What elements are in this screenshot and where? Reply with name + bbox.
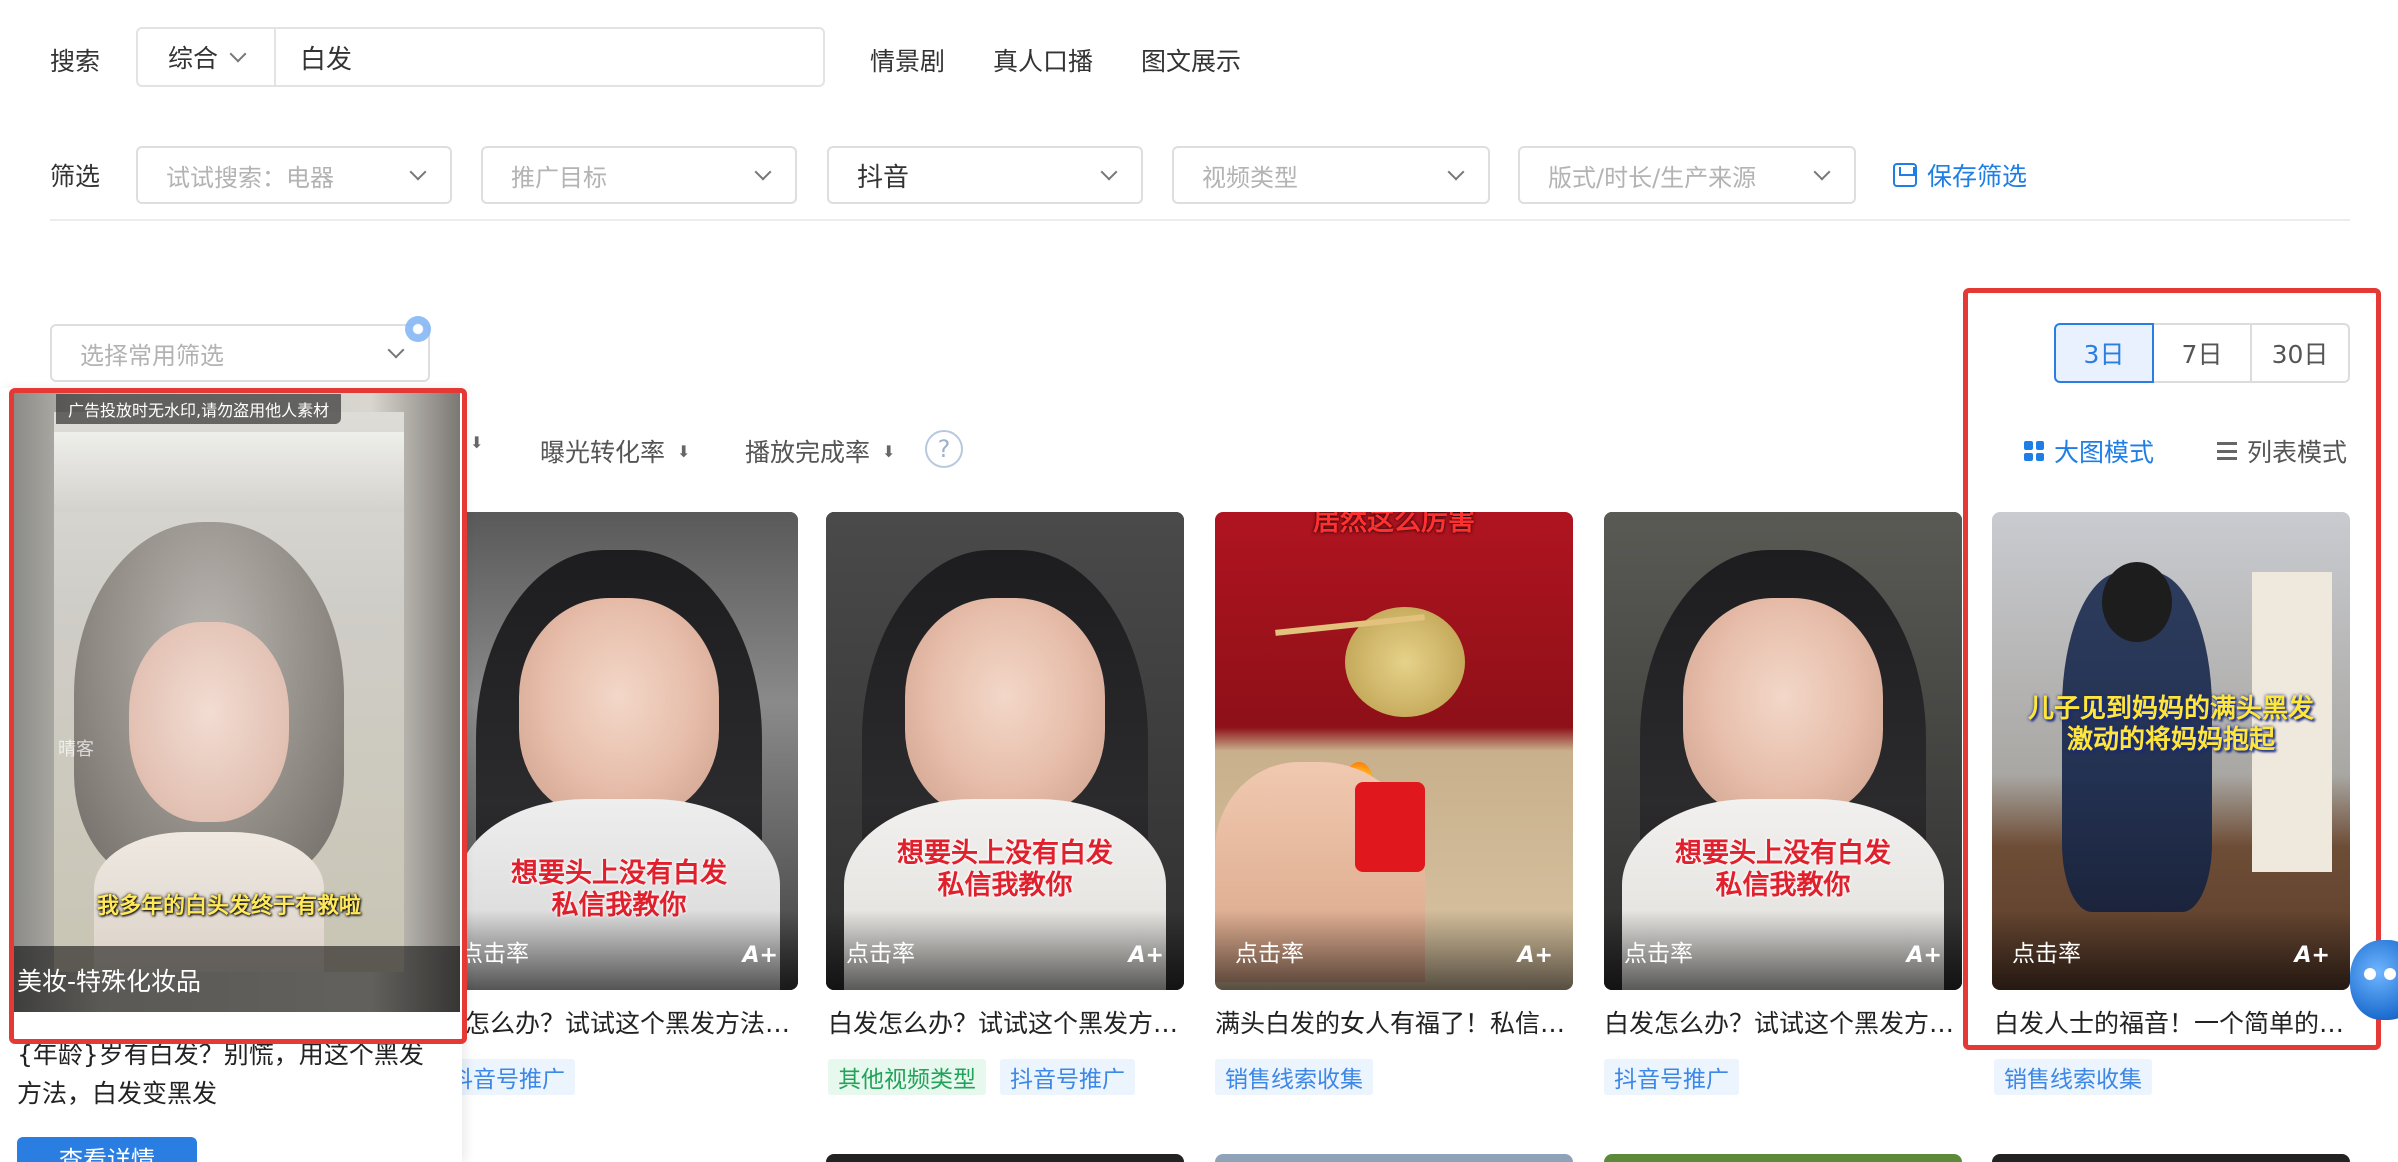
chevron-down-icon: [1447, 163, 1465, 181]
sort-completion-label: 播放完成率: [745, 438, 871, 467]
keyword-select-placeholder: 试试搜索：电器: [166, 163, 334, 192]
video-caption: 想要头上没有白发 私信我教你: [1675, 838, 1891, 902]
tag-other-video-type: 其他视频类型: [828, 1059, 986, 1095]
format-select-placeholder: 版式/时长/生产来源: [1548, 163, 1757, 192]
tag-sales-leads: 销售线索收集: [1215, 1059, 1373, 1095]
grade-badge: A+: [742, 943, 778, 968]
video-thumbnail: 想要头上没有白发 私信我教你 点击率 A+: [1604, 512, 1962, 990]
highlight-box-preview: [9, 388, 467, 1044]
tab-talking-head[interactable]: 真人口播: [993, 42, 1093, 78]
video-thumbnail: 想要头上没有白发 私信我教你 点击率 A+: [440, 512, 798, 990]
video-card[interactable]: 想要头上没有白发 私信我教你 点击率 A+: [440, 512, 798, 990]
help-icon[interactable]: ?: [925, 430, 963, 468]
view-details-button[interactable]: 查看详情: [17, 1137, 197, 1162]
day-option-3[interactable]: 3日: [2054, 323, 2154, 383]
assistant-mascot-icon[interactable]: [2330, 920, 2398, 1030]
video-type-select[interactable]: 视频类型: [1172, 146, 1490, 204]
platform-select[interactable]: 抖音: [827, 146, 1143, 204]
platform-select-value: 抖音: [857, 162, 910, 193]
video-card[interactable]: [1992, 1154, 2350, 1162]
card-title[interactable]: 白发怎么办？试试这个黑发方法，白发变黑发: [1604, 1004, 1962, 1040]
sort-exposure-label: 曝光转化率: [540, 438, 666, 467]
tab-situation-drama[interactable]: 情景剧: [870, 42, 945, 78]
highlight-box-right: [1963, 288, 2381, 1050]
tag-douyin-promotion: 抖音号推广: [1000, 1059, 1135, 1095]
common-filter-placeholder: 选择常用筛选: [80, 341, 224, 370]
search-type-value: 综合: [167, 44, 218, 73]
video-card[interactable]: 想要头上没有白发 私信我教你 点击率 A+: [826, 512, 1184, 990]
video-caption: 居然这么厉害: [1313, 512, 1475, 537]
grade-badge: A+: [1906, 943, 1942, 968]
card-title[interactable]: 满头白发的女人有福了！私信我教你: [1215, 1004, 1573, 1040]
promotion-goal-placeholder: 推广目标: [511, 163, 607, 192]
video-thumbnail: 居然这么厉害 点击率 A+: [1215, 512, 1573, 990]
tag-douyin-promotion: 抖音号推广: [1604, 1059, 1739, 1095]
filter-label: 筛选: [50, 162, 101, 191]
chevron-down-icon: [754, 163, 772, 181]
chevron-down-icon: [1813, 163, 1831, 181]
video-caption: 想要头上没有白发 私信我教你: [897, 838, 1113, 902]
chevron-down-icon: [387, 341, 405, 359]
save-icon: [1893, 163, 1917, 187]
sort-play-completion[interactable]: 播放完成率 ⬇: [745, 433, 895, 469]
format-duration-source-select[interactable]: 版式/时长/生产来源: [1518, 146, 1856, 204]
tag-sales-leads: 销售线索收集: [1994, 1059, 2152, 1095]
grade-badge: A+: [1517, 943, 1553, 968]
search-box[interactable]: 综合 白发: [136, 27, 825, 87]
sort-exposure-conversion[interactable]: 曝光转化率 ⬇: [540, 433, 690, 469]
video-card[interactable]: 想要头上没有白发 私信我教你 点击率 A+: [1604, 512, 1962, 990]
video-type-placeholder: 视频类型: [1202, 163, 1298, 192]
metric-label: 点击率: [460, 941, 529, 967]
metric-label: 点击率: [1235, 941, 1304, 967]
common-filter-select[interactable]: 选择常用筛选: [50, 324, 430, 382]
search-type-select[interactable]: 综合: [138, 29, 276, 85]
tab-image-text[interactable]: 图文展示: [1141, 42, 1241, 78]
video-card[interactable]: 居然这么厉害 点击率 A+: [1215, 512, 1573, 990]
video-thumbnail: 想要头上没有白发 私信我教你 点击率 A+: [826, 512, 1184, 990]
card-title[interactable]: 发怎么办？试试这个黑发方法，白发变黑发: [440, 1004, 798, 1040]
metric-label: 点击率: [1624, 941, 1693, 967]
preview-description: {年龄}岁有白发？别慌，用这个黑发方法，白发变黑发: [17, 1040, 424, 1108]
chevron-down-icon: [229, 45, 247, 63]
chevron-down-icon: [1100, 163, 1118, 181]
card-title[interactable]: 白发怎么办？试试这个黑发方法，白发变黑发: [828, 1004, 1186, 1040]
chevron-down-icon: [409, 163, 427, 181]
video-card[interactable]: [826, 1154, 1184, 1162]
video-card[interactable]: [1604, 1154, 1962, 1162]
search-label: 搜索: [50, 47, 101, 76]
arrow-down-icon: ⬇: [882, 441, 896, 461]
video-card[interactable]: [1215, 1154, 1573, 1162]
save-filter-label: 保存筛选: [1927, 162, 2028, 191]
arrow-down-icon: ⬇: [470, 433, 484, 452]
keyword-select[interactable]: 试试搜索：电器: [136, 146, 452, 204]
sort-hidden-arrow[interactable]: ⬇: [470, 433, 483, 452]
notification-dot: [405, 316, 431, 342]
grade-badge: A+: [1128, 943, 1164, 968]
search-input[interactable]: 白发: [276, 39, 352, 76]
metric-label: 点击率: [846, 941, 915, 967]
divider: [50, 219, 2350, 221]
arrow-down-icon: ⬇: [677, 441, 691, 461]
save-filter-button[interactable]: 保存筛选: [1893, 157, 2027, 193]
promotion-goal-select[interactable]: 推广目标: [481, 146, 797, 204]
